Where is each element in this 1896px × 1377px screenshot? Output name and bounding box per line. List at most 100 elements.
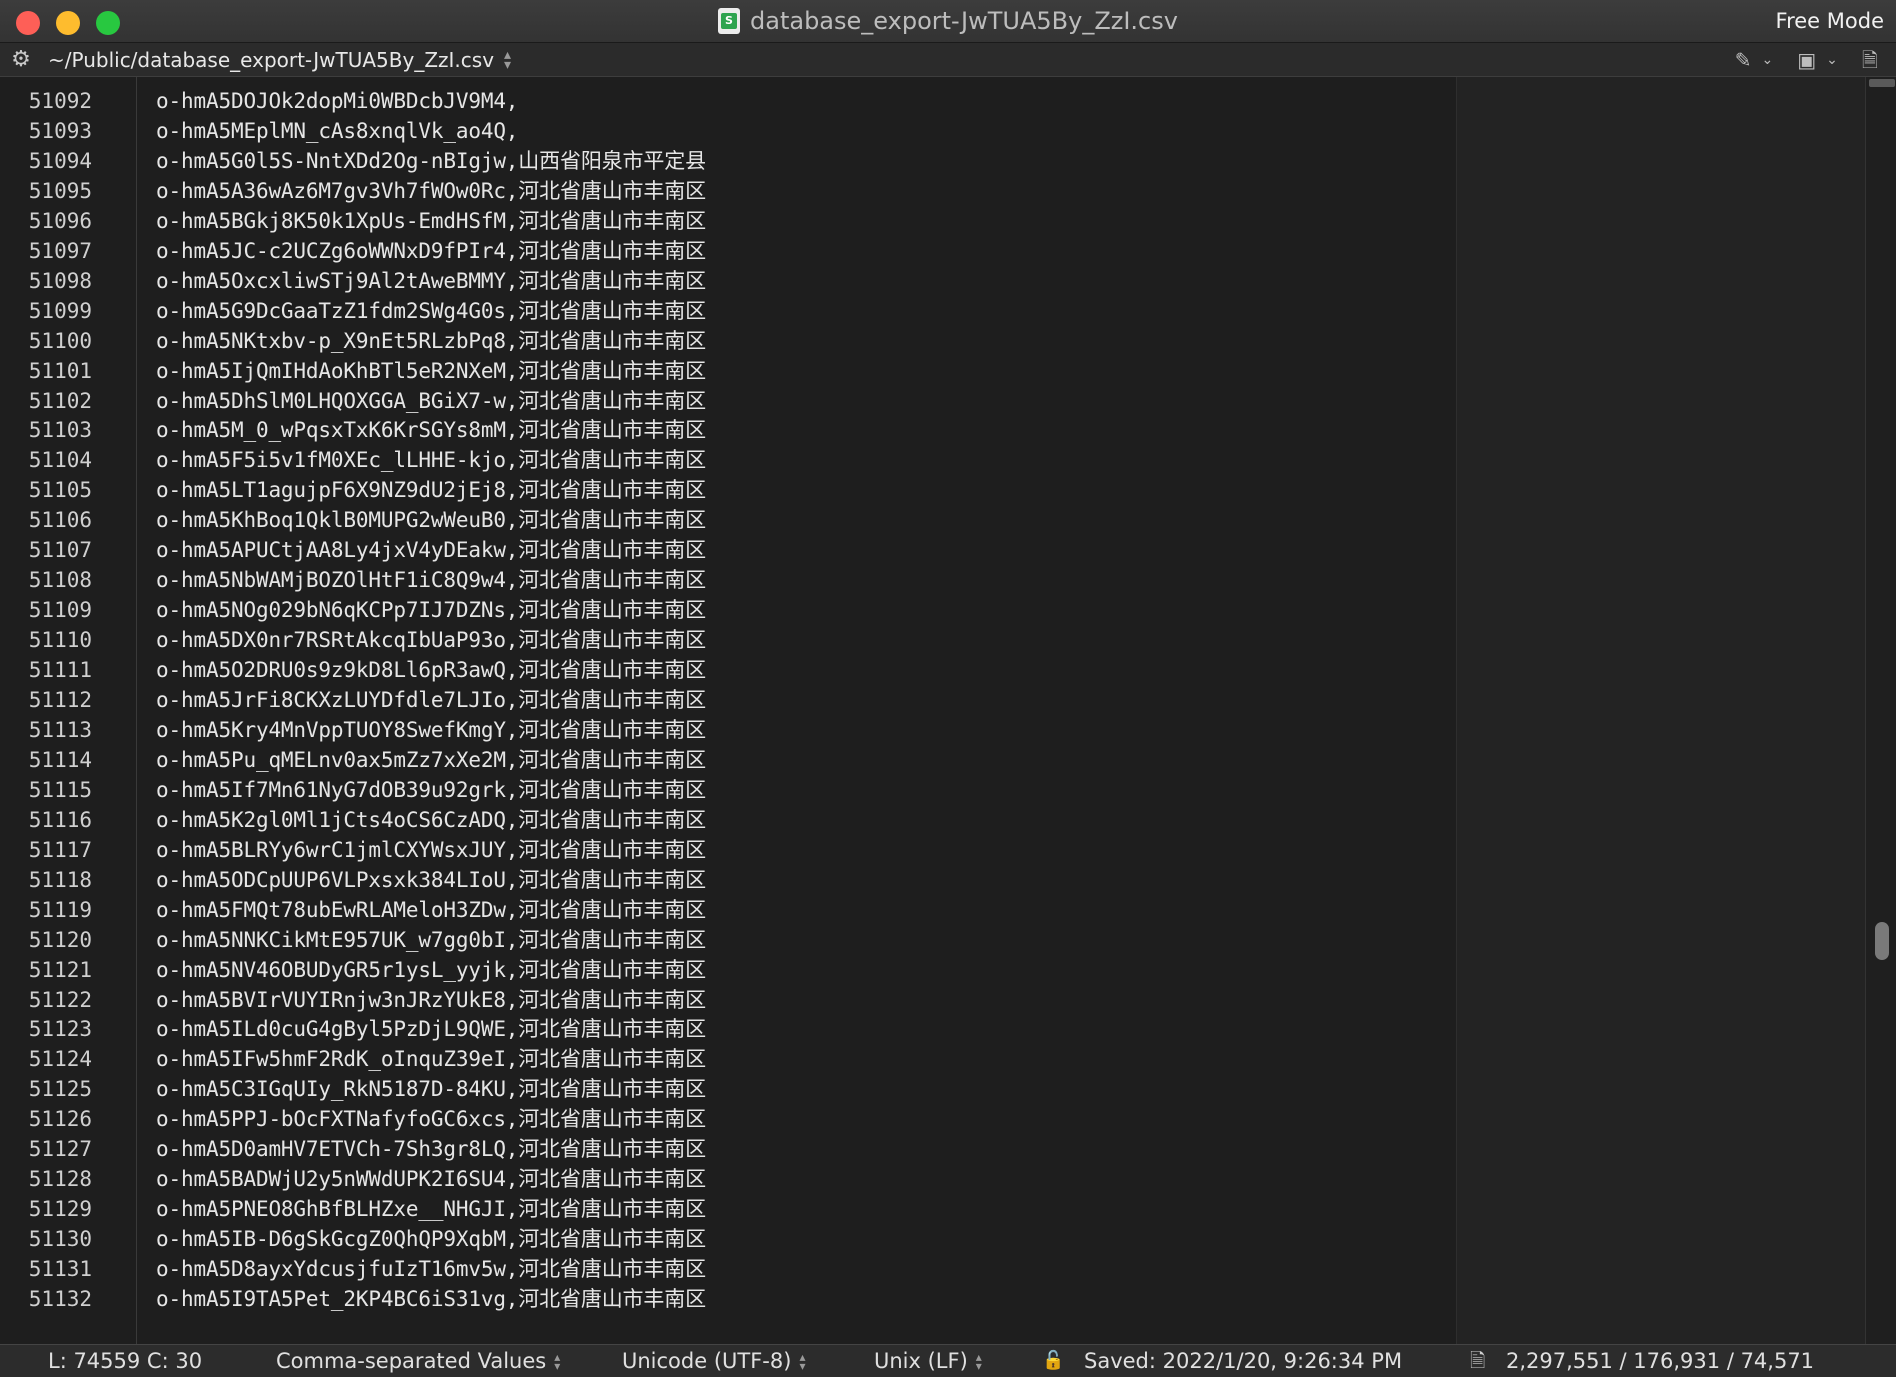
gear-icon[interactable]: ⚙ [10,48,32,71]
line-number: 51132 [28,1287,92,1311]
lock-icon[interactable]: 🔓 [1042,1345,1064,1377]
line-number: 51112 [28,688,92,712]
text-line[interactable]: o-hmA5PPJ-bOcFXTNafyfoGC6xcs,河北省唐山市丰南区 [156,1104,706,1134]
line-number: 51094 [28,148,92,173]
csv-file-icon: S [718,8,741,34]
saved-timestamp: Saved: 2022/1/20, 9:26:34 PM [1084,1349,1403,1373]
line-number: 51096 [28,208,92,233]
text-line[interactable]: o-hmA5If7Mn61NyG7dOB39u92grk,河北省唐山市丰南区 [156,775,706,805]
pen-icon[interactable]: ✎ [1735,50,1752,70]
line-number: 51126 [28,1107,92,1132]
path-bar: ⚙ ~/Public/database_export-JwTUA5By_ZzI.… [0,43,1896,77]
scrollbar-thumb[interactable] [1875,922,1889,960]
text-line[interactable]: o-hmA5DOJOk2dopMi0WBDcbJV9M4, [156,86,518,116]
text-line[interactable]: o-hmA5A36wAz6M7gv3Vh7fWOw0Rc,河北省唐山市丰南区 [156,176,706,206]
line-number: 51129 [28,1197,92,1222]
editor-window: S database_export-JwTUA5By_ZzI.csv Free … [0,0,1896,1377]
text-line[interactable]: o-hmA5F5i5v1fM0XEc_lLHHE-kjo,河北省唐山市丰南区 [156,445,706,475]
line-number: 51120 [28,927,92,952]
line-number: 51117 [28,837,92,862]
line-number: 51107 [28,538,92,563]
line-number: 51101 [28,358,92,383]
text-line[interactable]: o-hmA5O2DRU0s9z9kD8Ll6pR3awQ,河北省唐山市丰南区 [156,655,706,685]
text-line[interactable]: o-hmA5M_0_wPqsxTxK6KrSGYs8mM,河北省唐山市丰南区 [156,415,706,445]
line-number: 51108 [28,568,92,593]
text-line[interactable]: o-hmA5NbWAMjBOZOlHtF1iC8Q9w4,河北省唐山市丰南区 [156,565,706,595]
text-line[interactable]: o-hmA5BADWjU2y5nWWdUPK2I6SU4,河北省唐山市丰南区 [156,1164,706,1194]
document-stats-icon: 🗎 [1470,1350,1486,1372]
cursor-position[interactable]: L: 74559 C: 30 [48,1345,202,1377]
line-number: 51100 [28,328,92,353]
text-line[interactable]: o-hmA5JC-c2UCZg6oWWNxD9fPIr4,河北省唐山市丰南区 [156,236,706,266]
file-path[interactable]: ~/Public/database_export-JwTUA5By_ZzI.cs… [48,48,494,72]
line-number: 51099 [28,298,92,323]
line-number: 51113 [28,717,92,742]
status-bar: L: 74559 C: 30 Comma-separated Values ▴ ▾ … [0,1344,1896,1377]
text-line[interactable]: o-hmA5IB-D6gSkGcgZ0QhQP9XqbM,河北省唐山市丰南区 [156,1224,706,1254]
line-number: 51092 [28,89,92,113]
text-line[interactable]: o-hmA5BVIrVUYIRnjw3nJRzYUkE8,河北省唐山市丰南区 [156,985,706,1015]
line-number: 51125 [28,1077,92,1102]
line-endings-label: Unix (LF) [874,1349,968,1373]
text-view[interactable]: o-hmA5DOJOk2dopMi0WBDcbJV9M4, o-hmA5MEplM… [137,77,1455,1344]
page-guide-area [1456,77,1866,1344]
text-line[interactable]: o-hmA5D0amHV7ETVCh-7Sh3gr8LQ,河北省唐山市丰南区 [156,1134,706,1164]
text-line[interactable]: o-hmA5D8ayxYdcusjfuIzT16mv5w,河北省唐山市丰南区 [156,1254,706,1284]
scrollbar-marker [1869,79,1895,87]
spreadsheet-badge-icon: S [721,13,738,29]
pen-menu-chevron-down-icon[interactable]: ⌄ [1762,52,1774,68]
line-number: 51098 [28,268,92,293]
line-number: 51103 [28,418,92,443]
text-line[interactable]: o-hmA5IFw5hmF2RdK_oInquZ39eI,河北省唐山市丰南区 [156,1044,706,1074]
line-number: 51122 [28,987,92,1012]
syntax-label: Comma-separated Values [276,1349,547,1373]
line-endings-selector[interactable]: Unix (LF) ▴ ▾ [874,1345,982,1377]
text-line[interactable]: o-hmA5FMQt78ubEwRLAMeloH3ZDw,河北省唐山市丰南区 [156,895,706,925]
text-line[interactable]: o-hmA5PNEO8GhBfBLHZxe__NHGJI,河北省唐山市丰南区 [156,1194,706,1224]
text-line[interactable]: o-hmA5IjQmIHdAoKhBTl5eR2NXeM,河北省唐山市丰南区 [156,356,706,386]
split-menu-chevron-down-icon[interactable]: ⌄ [1826,52,1838,68]
text-line[interactable]: o-hmA5Pu_qMELnv0ax5mZz7xXe2M,河北省唐山市丰南区 [156,745,706,775]
document-counts[interactable]: 2,297,551 / 176,931 / 74,571 [1506,1345,1814,1377]
syntax-selector[interactable]: Comma-separated Values ▴ ▾ [276,1345,560,1377]
text-line[interactable]: o-hmA5K2gl0Ml1jCts4oCS6CzADQ,河北省唐山市丰南区 [156,805,706,835]
encoding-selector[interactable]: Unicode (UTF-8) ▴ ▾ [622,1345,805,1377]
line-number: 51111 [28,658,92,682]
toolbar-right: ✎ ⌄ ▣ ⌄ 🗎 [1735,43,1878,76]
text-line[interactable]: o-hmA5I9TA5Pet_2KP4BC6iS31vg,河北省唐山市丰南区 [156,1284,706,1314]
text-line[interactable]: o-hmA5JrFi8CKXzLUYDfdle7LJIo,河北省唐山市丰南区 [156,685,706,715]
text-line[interactable]: o-hmA5G0l5S-NntXDd2Og-nBIgjw,山西省阳泉市平定县 [156,146,706,176]
text-line[interactable]: o-hmA5NOg029bN6qKCPp7IJ7DZNs,河北省唐山市丰南区 [156,595,706,625]
text-line[interactable]: o-hmA5C3IGqUIy_RkN5187D-84KU,河北省唐山市丰南区 [156,1074,706,1104]
text-line[interactable]: o-hmA5OxcxliwSTj9Al2tAweBMMY,河北省唐山市丰南区 [156,266,706,296]
text-line[interactable]: o-hmA5BLRYy6wrC1jmlCXYWsxJUY,河北省唐山市丰南区 [156,835,706,865]
text-line[interactable]: o-hmA5NV46OBUDyGR5r1ysL_yyjk,河北省唐山市丰南区 [156,955,706,985]
path-menu-updown-icon[interactable]: ▴ ▾ [504,48,511,72]
split-view-icon[interactable]: ▣ [1797,50,1816,70]
text-line[interactable]: o-hmA5LT1agujpF6X9NZ9dU2jEj8,河北省唐山市丰南区 [156,475,706,505]
line-number: 51104 [28,448,92,473]
text-line[interactable]: o-hmA5APUCtjAA8Ly4jxV4yDEakw,河北省唐山市丰南区 [156,535,706,565]
text-line[interactable]: o-hmA5MEplMN_cAs8xnqlVk_ao4Q, [156,116,518,146]
text-line[interactable]: o-hmA5Kry4MnVppTUOY8SwefKmgY,河北省唐山市丰南区 [156,715,706,745]
encoding-updown-icon: ▴ ▾ [799,1350,806,1373]
text-line[interactable]: o-hmA5ILd0cuG4gByl5PzDjL9QWE,河北省唐山市丰南区 [156,1014,706,1044]
free-mode-label[interactable]: Free Mode [1776,0,1884,42]
line-number: 51127 [28,1137,92,1162]
text-line[interactable]: o-hmA5KhBoq1QklB0MUPG2wWeuB0,河北省唐山市丰南区 [156,505,706,535]
line-number: 51102 [28,388,92,413]
text-line[interactable]: o-hmA5G9DcGaaTzZ1fdm2SWg4G0s,河北省唐山市丰南区 [156,296,706,326]
text-line[interactable]: o-hmA5DX0nr7RSRtAkcqIbUaP93o,河北省唐山市丰南区 [156,625,706,655]
text-line[interactable]: o-hmA5ODCpUUP6VLPxsxk384LIoU,河北省唐山市丰南区 [156,865,706,895]
text-line[interactable]: o-hmA5DhSlM0LHQOXGGA_BGiX7-w,河北省唐山市丰南区 [156,386,706,416]
vertical-scrollbar[interactable] [1865,77,1896,1344]
line-number: 51106 [28,508,92,533]
text-line[interactable]: o-hmA5NKtxbv-p_X9nEt5RLzbPq8,河北省唐山市丰南区 [156,326,706,356]
document-info-icon[interactable]: 🗎 [1862,50,1878,70]
line-number: 51110 [28,628,92,653]
title-bar: S database_export-JwTUA5By_ZzI.csv Free … [0,0,1896,43]
text-line[interactable]: o-hmA5BGkj8K50k1XpUs-EmdHSfM,河北省唐山市丰南区 [156,206,706,236]
line-number-gutter: 51092 51093 51094 51095 51096 51097 51098 51099… [0,77,137,1344]
encoding-label: Unicode (UTF-8) [622,1349,792,1373]
text-line[interactable]: o-hmA5NNKCikMtE957UK_w7gg0bI,河北省唐山市丰南区 [156,925,706,955]
